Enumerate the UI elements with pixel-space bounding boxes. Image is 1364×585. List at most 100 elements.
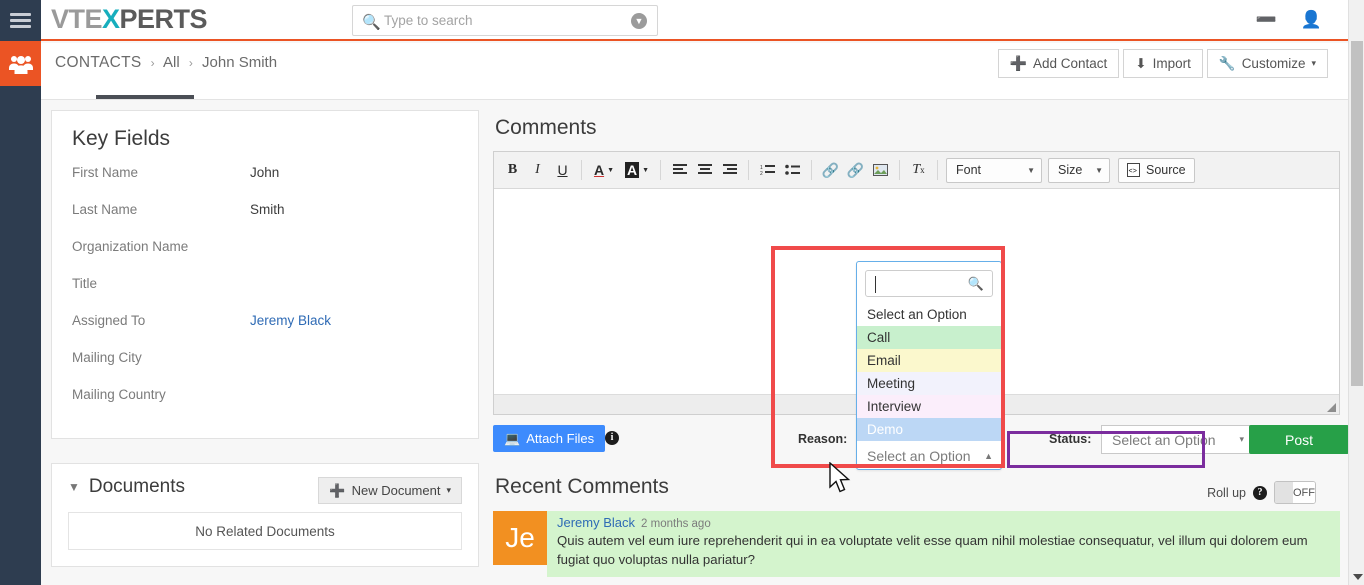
import-button[interactable]: ⬇ Import [1123,49,1203,78]
font-family-select[interactable]: Font ▼ [946,157,1042,183]
hamburger-menu-icon[interactable] [0,0,41,41]
help-icon[interactable]: ? [1253,485,1267,500]
attach-files-button[interactable]: 💻 Attach Files [493,425,606,452]
toolbar-divider [581,160,582,180]
info-icon[interactable]: i [605,431,619,445]
import-label: Import [1152,56,1191,71]
toolbar-divider [660,160,661,180]
plus-icon: ➕ [1009,55,1027,71]
link-icon[interactable]: 🔗 [818,158,843,183]
chevron-down-icon: ▼ [1095,165,1103,175]
chevron-down-icon[interactable]: ▼ [68,480,80,494]
key-field-label: Organization Name [72,239,189,254]
key-field-label: Assigned To [72,313,146,328]
key-field-row: Last Name Smith [72,202,458,239]
key-field-label: Mailing City [72,350,142,365]
numbered-list-icon[interactable]: 12 [755,158,780,183]
breadcrumb-record: John Smith [202,54,278,71]
avatar: Je [493,511,547,565]
text-color-icon[interactable]: A ▼ [588,158,620,183]
key-field-label: Mailing Country [72,387,166,402]
key-field-row: Organization Name [72,239,458,276]
new-document-button[interactable]: ➕ New Document ▾ [318,477,462,504]
reason-option-email[interactable]: Email [857,349,1001,372]
global-search[interactable]: 🔍 ▼ [352,5,658,36]
text-color-glyph: A [593,162,605,178]
scrollbar-thumb[interactable] [1351,41,1363,386]
logo-part-2: PERTS [119,4,208,34]
source-button[interactable]: <> Source [1118,157,1195,183]
toolbar-divider [748,160,749,180]
breadcrumb-view[interactable]: All [163,54,180,71]
post-label: Post [1284,431,1313,448]
tab-summary-active-indicator[interactable] [96,95,194,99]
editor-resize-handle[interactable] [1327,403,1336,412]
reason-option-demo[interactable]: Demo [857,418,1001,441]
key-field-label: First Name [72,165,139,180]
search-input[interactable] [384,7,624,34]
editor-toolbar: B I U A ▼ A ▼ 1 2 🔗 🔗 T x Font ▼ Size ▼ … [494,152,1339,189]
roll-up-label: Roll up [1207,485,1246,500]
breadcrumb-separator-2: › [188,56,193,70]
documents-title-label: Documents [88,476,185,497]
align-center-icon[interactable] [692,158,717,183]
unlink-icon[interactable]: 🔗 [843,158,868,183]
add-contact-button[interactable]: ➕ Add Contact [997,49,1120,78]
align-right-icon[interactable] [717,158,742,183]
key-fields-card: Key Fields First Name John Last Name Smi… [51,110,479,439]
scroll-down-arrow-icon[interactable] [1353,574,1363,580]
reason-select-toggle[interactable]: Select an Option ▲ [857,441,1001,469]
left-column: Key Fields First Name John Last Name Smi… [51,110,479,567]
breadcrumb-module[interactable]: CONTACTS [55,54,142,71]
toggle-knob [1275,482,1293,503]
customize-button[interactable]: 🔧 Customize ▾ [1206,49,1328,78]
background-color-icon[interactable]: A ▼ [620,158,654,183]
comment-author[interactable]: Jeremy Black [557,515,635,530]
comment-timestamp: 2 months ago [641,518,711,530]
remove-format-icon[interactable]: Tx [906,158,931,183]
reason-option-meeting[interactable]: Meeting [857,372,1001,395]
key-field-value-assigned-to[interactable]: Jeremy Black [250,313,331,328]
text-cursor [875,276,876,293]
bold-icon[interactable]: B [500,158,525,183]
underline-icon[interactable]: U [550,158,575,183]
key-field-label: Title [72,276,98,291]
post-button[interactable]: Post [1249,425,1349,454]
toolbar-divider [937,160,938,180]
key-field-row: Mailing Country [72,387,458,424]
reason-option-interview[interactable]: Interview [857,395,1001,418]
align-left-icon[interactable] [667,158,692,183]
source-label: Source [1146,163,1186,177]
search-scope-chevron-down-icon[interactable]: ▼ [631,13,647,29]
key-field-value[interactable]: Smith [250,202,285,217]
key-field-value[interactable]: John [250,165,279,180]
record-actions: ➕ Add Contact ⬇ Import 🔧 Customize ▾ [997,49,1328,78]
comment-text: Quis autem vel eum iure reprehenderit qu… [557,533,1308,567]
vertical-scrollbar[interactable] [1348,0,1364,585]
top-bar: VTEXPERTS 🔍 ▼ ➖ 👤 [41,0,1364,41]
reason-select-value: Select an Option [867,447,971,464]
sidebar-item-contacts[interactable] [0,41,41,86]
reason-option-select-an-option[interactable]: Select an Option [857,303,1001,326]
plus-circle-icon[interactable]: ➖ [1256,11,1277,28]
comment-bubble: Jeremy Black 2 months ago Quis autem vel … [547,511,1340,577]
roll-up-toggle[interactable]: OFF [1274,481,1316,504]
reason-dropdown-search[interactable]: 🔍 [865,270,993,297]
bulleted-list-icon[interactable] [780,158,805,183]
toolbar-divider [811,160,812,180]
app-logo[interactable]: VTEXPERTS [51,4,208,35]
search-icon: 🔍 [967,276,984,291]
attach-icon: 💻 [504,430,521,446]
app-root: VTEXPERTS 🔍 ▼ ➖ 👤 CONTACTS › All › John … [0,0,1364,585]
toggle-state-label: OFF [1293,482,1315,503]
font-size-select[interactable]: Size ▼ [1048,157,1110,183]
breadcrumb-separator-1: › [150,56,155,70]
chevron-down-icon: ▾ [1239,434,1244,444]
reason-option-call[interactable]: Call [857,326,1001,349]
status-label: Status: [1049,432,1092,446]
status-select[interactable]: Select an Option ▾ [1101,425,1253,454]
svg-text:<>: <> [1129,168,1137,176]
italic-icon[interactable]: I [525,158,550,183]
image-icon[interactable] [868,158,893,183]
user-icon[interactable]: 👤 [1301,11,1322,28]
